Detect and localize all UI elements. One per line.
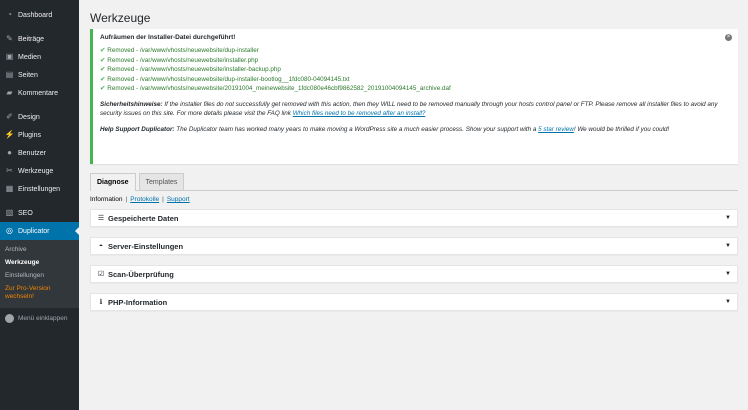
tab-bar: Diagnose Templates <box>90 173 738 191</box>
wrench-icon: ✂ <box>6 166 13 175</box>
removed-item: ✔ Removed - /var/www/vhosts/neuewebsite/i… <box>100 56 259 64</box>
sub-navigation: Information | Protokolle | Support <box>90 196 190 203</box>
dismiss-icon[interactable]: × <box>725 34 732 41</box>
checkbox-icon: ☑ <box>97 271 105 278</box>
pin-icon: ✎ <box>6 34 13 43</box>
collapse-icon <box>5 314 14 324</box>
support-notice: Help Support Duplicator: The Duplicator … <box>100 125 670 133</box>
check-icon: ✔ <box>100 85 106 92</box>
pages-icon: ▤ <box>5 70 14 79</box>
seo-icon: ▧ <box>5 208 14 217</box>
tachometer-icon: ◓ <box>98 242 104 250</box>
menu-design[interactable]: ✐ Design <box>0 108 79 126</box>
check-icon: ✔ <box>100 56 106 64</box>
submenu-pro-upgrade[interactable]: Zur Pro-Version wechseln! <box>0 282 79 303</box>
tab-templates[interactable]: Templates <box>138 173 185 190</box>
menu-plugins[interactable]: ⚡ Plugins <box>0 126 79 144</box>
review-link[interactable]: 5 star review <box>538 126 574 133</box>
media-icon: ▣ <box>5 52 14 61</box>
caret-down-icon: ▼ <box>725 299 731 305</box>
subnav-protocols-link[interactable]: Protokolle <box>130 196 159 203</box>
menu-tools[interactable]: ✂ Werkzeuge <box>0 162 79 180</box>
dashboard-icon: ◔ <box>7 10 12 19</box>
submenu-settings[interactable]: Einstellungen <box>0 269 79 282</box>
submenu-archive[interactable]: Archive <box>0 243 79 256</box>
settings-icon: ▦ <box>5 184 14 193</box>
caret-down-icon: ▼ <box>725 243 731 249</box>
menu-settings[interactable]: ▦ Einstellungen <box>0 180 79 198</box>
check-icon: ✔ <box>100 47 106 54</box>
panel-server-settings[interactable]: ◓ Server-Einstellungen ▼ <box>90 237 738 255</box>
removed-item: ✔ Removed - /var/www/vhosts/neuewebsite/2… <box>100 85 451 92</box>
menu-users[interactable]: ● Benutzer <box>0 144 79 162</box>
removed-item: ✔ Removed - /var/www/vhosts/neuewebsite/d… <box>100 47 259 54</box>
removed-item: ✔ Removed - /var/www/vhosts/neuewebsite/d… <box>100 75 350 83</box>
collapse-menu-button[interactable]: Menü einklappen <box>0 312 79 326</box>
brush-icon: ✐ <box>6 112 13 121</box>
menu-posts[interactable]: ✎ Beiträge <box>0 30 79 48</box>
security-notice: Sicherheitshinweise: If the installer fi… <box>100 100 718 118</box>
menu-media[interactable]: ▣ Medien <box>0 48 79 66</box>
comment-icon: ▰ <box>6 88 13 97</box>
removed-item: ✔ Removed - /var/www/vhosts/neuewebsite/i… <box>100 66 281 73</box>
success-notice: × Aufräumen der Installer-Datei durchgef… <box>90 29 738 164</box>
menu-pages[interactable]: ▤ Seiten <box>0 66 79 84</box>
caret-down-icon: ▼ <box>725 271 731 277</box>
database-icon: ☰ <box>97 215 105 222</box>
panel-scan-check[interactable]: ☑ Scan-Überprüfung ▼ <box>90 265 738 283</box>
menu-seo[interactable]: ▧ SEO <box>0 204 79 222</box>
menu-comments[interactable]: ▰ Kommentare <box>0 84 79 102</box>
menu-dashboard[interactable]: ◔ Dashboard <box>0 6 79 24</box>
check-icon: ✔ <box>100 75 106 83</box>
notice-title: Aufräumen der Installer-Datei durchgefüh… <box>100 34 236 41</box>
plugin-icon: ⚡ <box>4 130 15 139</box>
faq-link[interactable]: Which files need to be removed after an … <box>293 110 426 117</box>
subnav-information: Information <box>90 196 123 203</box>
main-content: Werkzeuge × Aufräumen der Installer-Date… <box>90 0 738 311</box>
admin-sidebar: ◔ Dashboard ✎ Beiträge ▣ Medien ▤ Seiten ▰ Ko… <box>0 0 79 410</box>
caret-down-icon: ▼ <box>725 215 731 221</box>
duplicator-submenu: Archive Werkzeuge Einstellungen Zur Pro-… <box>0 240 79 308</box>
subnav-support-link[interactable]: Support <box>167 196 190 203</box>
check-icon: ✔ <box>100 66 106 73</box>
user-icon: ● <box>7 148 12 157</box>
panel-php-info[interactable]: ℹ PHP-Information ▼ <box>90 293 738 311</box>
tab-diagnose[interactable]: Diagnose <box>90 173 136 191</box>
page-title: Werkzeuge <box>90 11 151 25</box>
duplicator-icon: ◎ <box>6 226 13 235</box>
info-icon: ℹ <box>99 299 103 306</box>
panel-saved-data[interactable]: ☰ Gespeicherte Daten ▼ <box>90 209 738 227</box>
submenu-tools[interactable]: Werkzeuge <box>0 256 79 269</box>
menu-duplicator[interactable]: ◎ Duplicator <box>0 222 79 240</box>
